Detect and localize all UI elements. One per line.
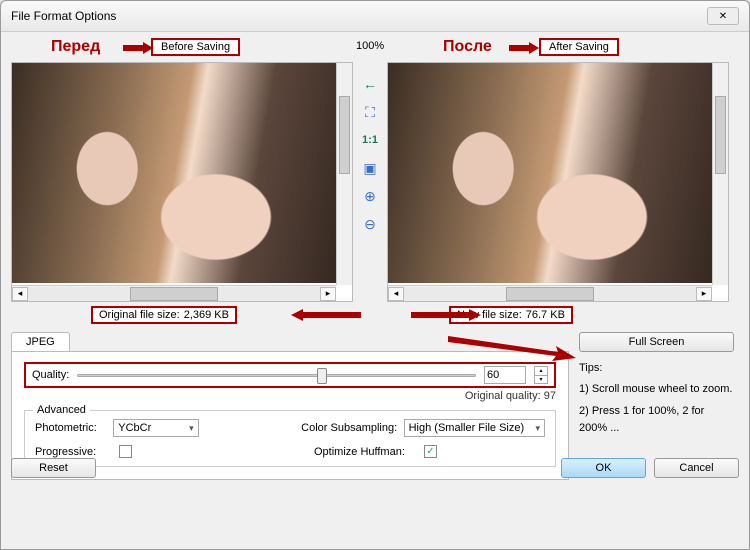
preview-image [388,63,728,283]
scroll-left-icon[interactable]: ◂ [388,287,404,301]
quality-stepper[interactable]: ▴▾ [534,366,548,384]
arrow-right-icon [509,42,539,54]
original-quality: Original quality: 97 [24,390,556,402]
preview-toolbar: ← ⛶ 1:1 ▣ ⊕ ⊖ [353,62,387,302]
cancel-button[interactable]: Cancel [654,458,739,478]
photometric-label: Photometric: [35,422,113,434]
quality-row: Quality: ▴▾ [24,362,556,388]
original-size-value: 2,369 KB [184,309,229,321]
arrow-left-icon [291,309,361,321]
before-saving-label: Before Saving [151,38,240,56]
window-title: File Format Options [11,9,116,23]
zoom-in-icon[interactable]: ⊕ [360,186,380,206]
fit-window-icon[interactable]: ▣ [360,158,380,178]
after-saving-label: After Saving [539,38,619,56]
quality-input[interactable] [484,366,526,384]
prev-icon[interactable]: ← [360,74,380,94]
subsampling-label: Color Subsampling: [301,422,403,434]
dialog-window: File Format Options ✕ Перед Before Savin… [0,0,750,550]
preview-image [12,63,352,283]
preview-row: ◂ ▸ ← ⛶ 1:1 ▣ ⊕ ⊖ ◂ ▸ [11,62,739,302]
ok-button[interactable]: OK [561,458,646,478]
arrow-right-icon [411,309,481,321]
preview-after[interactable]: ◂ ▸ [387,62,729,302]
horizontal-scrollbar[interactable]: ◂ ▸ [388,285,712,301]
tab-jpeg[interactable]: JPEG [11,332,70,351]
photometric-select[interactable]: YCbCr [113,419,198,437]
original-size-label: Original file size: [99,309,180,321]
zoom-percent: 100% [356,40,384,52]
horizontal-scrollbar[interactable]: ◂ ▸ [12,285,336,301]
scroll-left-icon[interactable]: ◂ [12,287,28,301]
new-size-value: 76.7 KB [526,309,565,321]
scroll-right-icon[interactable]: ▸ [696,287,712,301]
preview-before[interactable]: ◂ ▸ [11,62,353,302]
advanced-legend: Advanced [33,404,90,416]
tips-panel: Tips: 1) Scroll mouse wheel to zoom. 2) … [579,360,734,436]
quality-slider[interactable] [77,366,476,384]
huffman-checkbox[interactable]: ✓ [424,445,437,458]
full-screen-button[interactable]: Full Screen [579,332,734,352]
arrow-right-icon [123,42,153,54]
dialog-buttons: Reset OK Cancel [11,458,739,478]
titlebar[interactable]: File Format Options ✕ [1,1,749,32]
arrow-diagonal-icon [448,334,578,364]
zoom-out-icon[interactable]: ⊖ [360,214,380,234]
close-button[interactable]: ✕ [707,7,739,25]
right-column: Full Screen Tips: 1) Scroll mouse wheel … [579,332,734,444]
tip-1: 1) Scroll mouse wheel to zoom. [579,381,734,398]
scroll-right-icon[interactable]: ▸ [320,287,336,301]
progressive-checkbox[interactable] [119,445,132,458]
huffman-label: Optimize Huffman: [314,446,424,458]
reset-button[interactable]: Reset [11,458,96,478]
original-file-size: Original file size: 2,369 KB [91,306,237,324]
annotation-after: После [443,38,492,56]
vertical-scrollbar[interactable] [712,63,728,285]
actual-size-icon[interactable]: 1:1 [360,130,380,150]
fit-icon[interactable]: ⛶ [360,102,380,122]
vertical-scrollbar[interactable] [336,63,352,285]
tips-title: Tips: [579,360,734,377]
subsampling-select[interactable]: High (Smaller File Size) [404,419,545,437]
quality-label: Quality: [32,369,69,381]
progressive-label: Progressive: [35,446,119,458]
tip-2: 2) Press 1 for 100%, 2 for 200% ... [579,403,734,436]
annotation-before: Перед [51,38,100,56]
